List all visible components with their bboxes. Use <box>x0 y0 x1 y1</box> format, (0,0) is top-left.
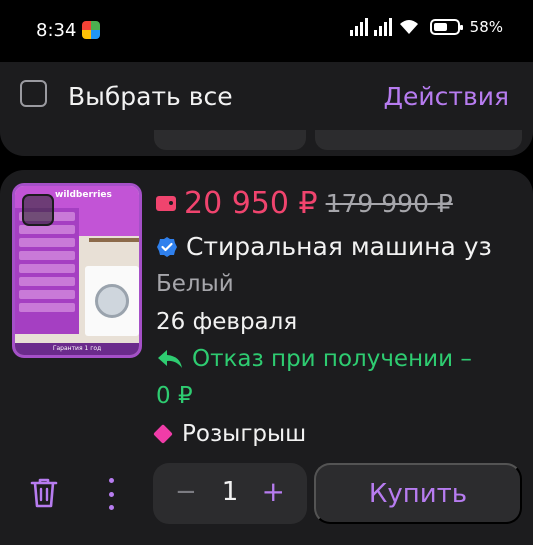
return-policy-cost: 0 ₽ <box>156 383 193 409</box>
status-indicators: 58% <box>349 18 503 36</box>
title-fade <box>493 226 533 266</box>
quantity-increase-button[interactable]: + <box>262 475 285 508</box>
battery-percent: 58% <box>469 18 503 36</box>
select-all-checkbox[interactable] <box>20 80 47 107</box>
image-brand-text: wildberries <box>55 190 112 200</box>
status-time: 8:34 <box>36 20 77 41</box>
app-notification-icon <box>82 21 100 39</box>
actions-button[interactable]: Действия <box>384 82 510 111</box>
tag-icon <box>153 424 173 444</box>
old-price: 179 990 ₽ <box>325 189 453 218</box>
delivery-date: 26 февраля <box>156 309 298 335</box>
return-policy[interactable]: Отказ при получении – <box>156 346 472 372</box>
battery-fill <box>433 23 447 31</box>
verified-check-icon <box>157 236 177 257</box>
quantity-decrease-button[interactable]: − <box>175 477 197 507</box>
status-bar: 8:34 58% <box>0 0 533 62</box>
item-select-checkbox[interactable] <box>22 194 54 226</box>
image-footer-text: Гарантия 1 год <box>15 343 139 355</box>
trash-icon[interactable] <box>28 476 60 510</box>
signal-icon-2 <box>373 18 392 36</box>
more-vertical-icon[interactable] <box>104 478 118 510</box>
return-policy-text: Отказ при получении – <box>192 346 472 372</box>
promo-label: Розыгрыш <box>182 421 307 447</box>
image-machine-door <box>95 284 129 318</box>
price-row: 20 950 ₽ 179 990 ₽ <box>156 186 453 221</box>
wifi-icon <box>399 20 418 34</box>
select-all-label[interactable]: Выбрать все <box>68 82 233 111</box>
product-title[interactable]: Стиральная машина уз <box>186 232 492 261</box>
buy-button[interactable]: Купить <box>314 463 522 524</box>
current-price: 20 950 ₽ <box>184 186 318 221</box>
wallet-icon <box>156 196 176 211</box>
product-title-row[interactable]: Стиральная машина уз <box>156 232 520 261</box>
promo-row[interactable]: Розыгрыш <box>153 421 307 447</box>
previous-item-buy-button <box>315 130 522 150</box>
image-feature-list <box>15 208 79 334</box>
previous-item-stepper <box>154 130 306 150</box>
battery-icon <box>429 19 463 35</box>
return-arrow-icon <box>158 350 182 368</box>
quantity-stepper: − 1 + <box>153 463 307 524</box>
signal-icon <box>349 18 368 36</box>
image-shelf <box>89 238 139 242</box>
product-color: Белый <box>156 271 234 297</box>
